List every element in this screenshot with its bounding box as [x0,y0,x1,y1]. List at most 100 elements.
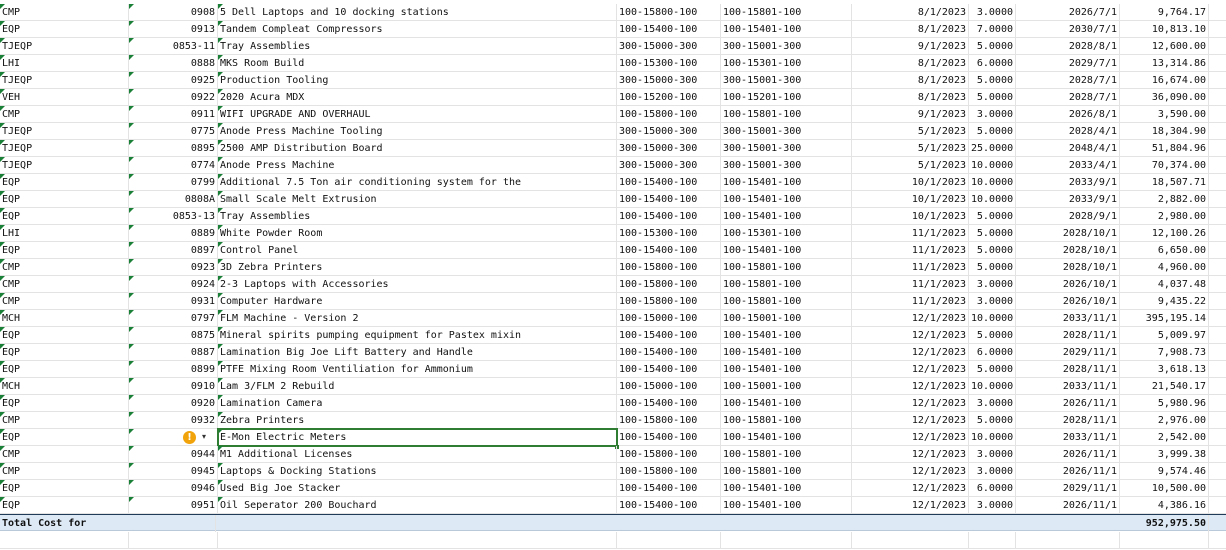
cell-end-date[interactable]: 2028/7/1 [1016,89,1120,106]
cell-cost[interactable]: 18,304.90 [1120,123,1209,140]
total-value[interactable]: 952,975.50 [1120,515,1209,532]
cell-end-date[interactable]: 2028/7/1 [1016,72,1120,89]
cell-description[interactable]: Lamination Camera [218,395,617,412]
cell-life-years[interactable]: 5.0000 [969,89,1016,106]
cell-end-date[interactable]: 2029/11/1 [1016,480,1120,497]
cell-in-service-date[interactable]: 5/1/2023 [852,140,969,157]
cell-description[interactable]: Tray Assemblies [218,208,617,225]
cell-end-date[interactable]: 2028/11/1 [1016,327,1120,344]
cell-description[interactable]: Anode Press Machine [218,157,617,174]
cell-asset-account[interactable]: 100-15400-100 [617,497,721,514]
cell-description[interactable]: M1 Additional Licenses [218,446,617,463]
cell-cost[interactable]: 7,908.73 [1120,344,1209,361]
cell-asset-id[interactable]: 0897 [129,242,218,259]
cell-asset-account[interactable]: 100-15400-100 [617,242,721,259]
cell-depreciation-account[interactable]: 100-15401-100 [721,395,852,412]
cell-in-service-date[interactable]: 8/1/2023 [852,72,969,89]
cell-asset-id[interactable]: 0875 [129,327,218,344]
cell-asset-account[interactable]: 100-15800-100 [617,463,721,480]
cell-life-years[interactable]: 5.0000 [969,123,1016,140]
cell-cost[interactable]: 12,100.26 [1120,225,1209,242]
cell-end-date[interactable]: 2028/11/1 [1016,412,1120,429]
cell-life-years[interactable]: 5.0000 [969,412,1016,429]
cell-type[interactable]: EQP [0,191,129,208]
cell-in-service-date[interactable]: 12/1/2023 [852,446,969,463]
cell-cost[interactable]: 13,314.86 [1120,55,1209,72]
cell-description[interactable]: MKS Room Build [218,55,617,72]
cell-asset-account[interactable]: 100-15000-100 [617,378,721,395]
cell-asset-account[interactable]: 100-15800-100 [617,4,721,21]
cell-depreciation-account[interactable]: 300-15001-300 [721,38,852,55]
cell-depreciation-account[interactable]: 300-15001-300 [721,72,852,89]
cell-description[interactable]: Zebra Printers [218,412,617,429]
cell-asset-account[interactable]: 100-15800-100 [617,446,721,463]
cell-type[interactable]: LHI [0,225,129,242]
cell-life-years[interactable]: 3.0000 [969,293,1016,310]
cell-depreciation-account[interactable]: 100-15801-100 [721,259,852,276]
empty-cell[interactable] [969,532,1016,549]
cell-life-years[interactable]: 6.0000 [969,55,1016,72]
cell-asset-account[interactable]: 100-15800-100 [617,293,721,310]
cell-in-service-date[interactable]: 11/1/2023 [852,225,969,242]
cell-depreciation-account[interactable]: 100-15801-100 [721,412,852,429]
cell-cost[interactable]: 395,195.14 [1120,310,1209,327]
cell-in-service-date[interactable]: 8/1/2023 [852,4,969,21]
cell-cost[interactable]: 36,090.00 [1120,89,1209,106]
cell-asset-id[interactable]: 0797 [129,310,218,327]
cell-end-date[interactable]: 2026/7/1 [1016,4,1120,21]
cell-cost[interactable]: 9,764.17 [1120,4,1209,21]
cell-life-years[interactable]: 3.0000 [969,446,1016,463]
cell-description[interactable]: 2020 Acura MDX [218,89,617,106]
cell-end-date[interactable]: 2033/4/1 [1016,157,1120,174]
cell-end-date[interactable]: 2033/11/1 [1016,378,1120,395]
cell-life-years[interactable]: 3.0000 [969,395,1016,412]
cell-asset-account[interactable]: 100-15300-100 [617,225,721,242]
empty-cell[interactable] [617,532,721,549]
cell-end-date[interactable]: 2033/9/1 [1016,174,1120,191]
cell-asset-account[interactable]: 300-15000-300 [617,140,721,157]
cell-description[interactable]: 3D Zebra Printers [218,259,617,276]
cell-asset-id[interactable]: 0946 [129,480,218,497]
cell-in-service-date[interactable]: 12/1/2023 [852,344,969,361]
cell-cost[interactable]: 9,574.46 [1120,463,1209,480]
cell-cost[interactable]: 9,435.22 [1120,293,1209,310]
cell-description[interactable]: Computer Hardware [218,293,617,310]
cell-life-years[interactable]: 10.0000 [969,429,1016,446]
cell-type[interactable]: EQP [0,21,129,38]
cell-description[interactable]: Laptops & Docking Stations [218,463,617,480]
cell-type[interactable]: CMP [0,259,129,276]
empty-cell[interactable] [1120,532,1209,549]
cell-end-date[interactable]: 2026/10/1 [1016,293,1120,310]
cell-asset-account[interactable]: 100-15400-100 [617,191,721,208]
cell-depreciation-account[interactable]: 100-15801-100 [721,106,852,123]
cell-in-service-date[interactable]: 8/1/2023 [852,55,969,72]
warning-icon[interactable]: ! [183,431,196,444]
cell-description[interactable]: Anode Press Machine Tooling [218,123,617,140]
cell-depreciation-account[interactable]: 100-15401-100 [721,429,852,446]
cell-life-years[interactable]: 3.0000 [969,4,1016,21]
cell-end-date[interactable]: 2028/10/1 [1016,225,1120,242]
cell-depreciation-account[interactable]: 100-15001-100 [721,378,852,395]
cell-asset-account[interactable]: 100-15800-100 [617,276,721,293]
cell-asset-id[interactable]: 0899 [129,361,218,378]
cell-asset-id[interactable]: 0853-13 [129,208,218,225]
cell-depreciation-account[interactable]: 300-15001-300 [721,157,852,174]
cell-asset-id[interactable]: 0951 [129,497,218,514]
cell-description[interactable]: 5 Dell Laptops and 10 docking stations [218,4,617,21]
cell-type[interactable]: TJEQP [0,38,129,55]
cell-end-date[interactable]: 2026/11/1 [1016,395,1120,412]
cell-asset-id[interactable]: 0924 [129,276,218,293]
empty-cell[interactable] [0,532,129,549]
cell-life-years[interactable]: 5.0000 [969,259,1016,276]
cell-description[interactable]: Used Big Joe Stacker [218,480,617,497]
cell-in-service-date[interactable]: 11/1/2023 [852,242,969,259]
cell-type[interactable]: EQP [0,480,129,497]
cell-asset-id[interactable]: 0799 [129,174,218,191]
cell-asset-account[interactable]: 100-15400-100 [617,480,721,497]
cell-life-years[interactable]: 5.0000 [969,327,1016,344]
cell-cost[interactable]: 70,374.00 [1120,157,1209,174]
cell-type[interactable]: CMP [0,446,129,463]
cell-asset-account[interactable]: 100-15400-100 [617,429,721,446]
cell-end-date[interactable]: 2026/8/1 [1016,106,1120,123]
cell-type[interactable]: LHI [0,55,129,72]
